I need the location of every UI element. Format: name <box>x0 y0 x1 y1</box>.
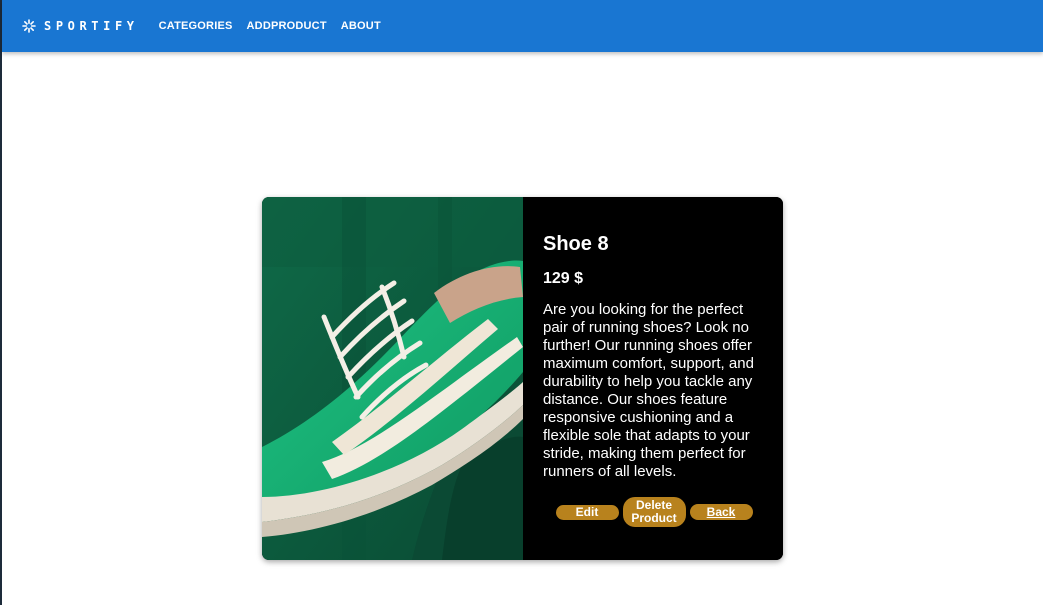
delete-product-button[interactable]: Delete Product <box>622 497 686 527</box>
product-card: Shoe 8 129 $ Are you looking for the per… <box>262 197 783 560</box>
product-description: Are you looking for the perfect pair of … <box>543 301 754 480</box>
snowflake-logo-icon <box>22 19 36 33</box>
back-button[interactable]: Back <box>689 504 753 520</box>
green-sneaker-image <box>262 197 523 560</box>
product-details: Shoe 8 129 $ Are you looking for the per… <box>523 197 783 560</box>
product-title: Shoe 8 <box>543 233 609 255</box>
brand-name: SPORTIFY <box>44 19 139 33</box>
nav-link-categories[interactable]: CATEGORIES <box>159 20 233 32</box>
product-actions: Edit Delete Product Back <box>543 497 765 527</box>
brand[interactable]: SPORTIFY <box>22 19 139 33</box>
navbar: SPORTIFY CATEGORIES ADDPRODUCT ABOUT <box>2 0 1043 52</box>
edit-button[interactable]: Edit <box>555 504 619 520</box>
product-price: 129 $ <box>543 270 584 287</box>
nav-link-addproduct[interactable]: ADDPRODUCT <box>247 20 327 32</box>
nav-link-about[interactable]: ABOUT <box>341 20 381 32</box>
